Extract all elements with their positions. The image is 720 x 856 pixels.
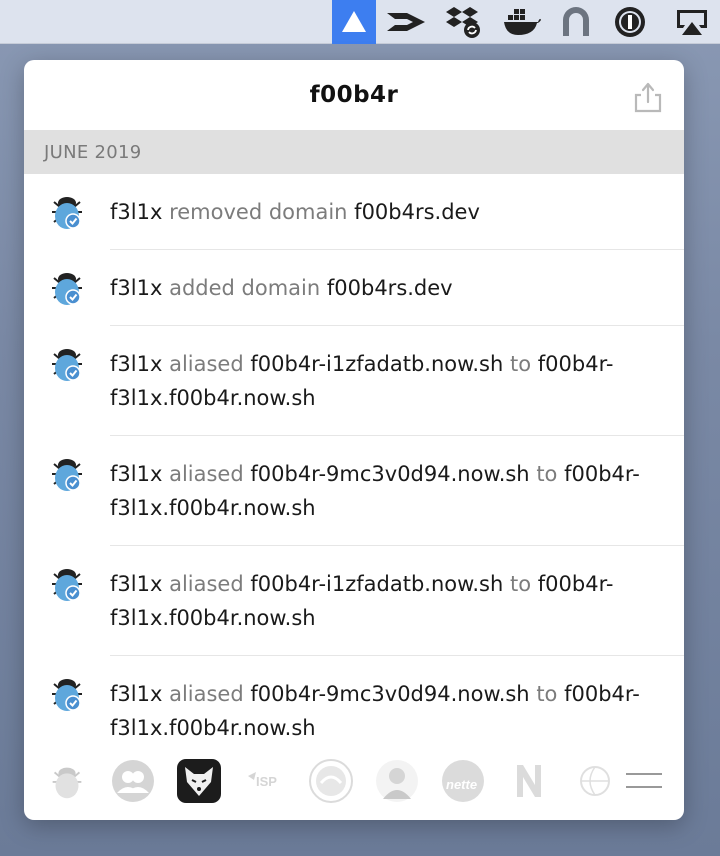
bug-avatar-icon bbox=[52, 767, 82, 799]
event-verb-to: to bbox=[536, 462, 558, 486]
project-title: f00b4r bbox=[309, 82, 399, 108]
event-verb: added domain bbox=[169, 276, 321, 300]
tunnel-icon[interactable] bbox=[554, 0, 598, 44]
event-target: f00b4r-i1zfadatb.now.sh bbox=[250, 572, 504, 596]
team-circle-avatar[interactable] bbox=[308, 758, 354, 804]
bug-avatar-icon bbox=[52, 273, 82, 305]
month-section-header: JUNE 2019 bbox=[24, 130, 684, 174]
team-globe-avatar[interactable] bbox=[572, 758, 618, 804]
team-nette-avatar[interactable]: nette bbox=[440, 758, 486, 804]
event-verb: aliased bbox=[169, 462, 244, 486]
migrate-icon[interactable] bbox=[384, 0, 428, 44]
team-isp-avatar[interactable]: ISP bbox=[242, 758, 288, 804]
share-icon[interactable] bbox=[630, 78, 666, 114]
zeit-now-icon[interactable] bbox=[332, 0, 376, 44]
hamburger-menu-icon[interactable] bbox=[621, 758, 667, 804]
event-row[interactable]: f3l1x aliased f00b4r-9mc3v0d94.now.sh to… bbox=[24, 436, 684, 546]
event-row[interactable]: f3l1x added domain f00b4rs.dev bbox=[24, 250, 684, 326]
event-text: f3l1x aliased f00b4r-9mc3v0d94.now.sh to… bbox=[110, 457, 644, 525]
docker-icon[interactable] bbox=[500, 0, 544, 44]
circle-logo-icon bbox=[309, 759, 353, 803]
globe-icon bbox=[580, 766, 610, 796]
isp-logo-text: ISP bbox=[256, 774, 277, 789]
event-user: f3l1x bbox=[110, 352, 163, 376]
team-fox-avatar[interactable] bbox=[176, 758, 222, 804]
menu-bar bbox=[0, 0, 720, 44]
event-text: f3l1x removed domain f00b4rs.dev bbox=[110, 195, 644, 229]
bug-avatar-icon bbox=[52, 569, 82, 601]
popover-header: f00b4r bbox=[24, 60, 684, 130]
event-target: f00b4r-i1zfadatb.now.sh bbox=[250, 352, 504, 376]
dropbox-sync-icon[interactable] bbox=[442, 0, 486, 44]
event-row[interactable]: f3l1x aliased f00b4r-i1zfadatb.now.sh to… bbox=[24, 546, 684, 656]
event-row[interactable]: f3l1x removed domain f00b4rs.dev bbox=[24, 174, 684, 250]
onepassword-icon[interactable] bbox=[608, 0, 652, 44]
event-row[interactable]: f3l1x aliased f00b4r-i1zfadatb.now.sh to… bbox=[24, 326, 684, 436]
event-feed[interactable]: f3l1x removed domain f00b4rs.dev f3l1x a… bbox=[24, 174, 684, 744]
bug-avatar-icon bbox=[52, 349, 82, 381]
team-person-avatar[interactable] bbox=[374, 758, 420, 804]
project-popover: f00b4r JUNE 2019 f3l1x removed domain f0… bbox=[24, 60, 684, 820]
person-icon bbox=[376, 760, 418, 802]
bug-avatar-icon bbox=[52, 459, 82, 491]
bug-avatar-icon bbox=[52, 679, 82, 711]
event-verb-to: to bbox=[510, 352, 532, 376]
event-user: f3l1x bbox=[110, 200, 163, 224]
event-target: f00b4rs.dev bbox=[326, 276, 453, 300]
nette-logo-icon: nette bbox=[442, 760, 484, 802]
event-verb: removed domain bbox=[169, 200, 348, 224]
bug-avatar-icon bbox=[52, 197, 82, 229]
airplay-icon[interactable] bbox=[670, 0, 714, 44]
isp-logo-icon: ISP bbox=[248, 772, 277, 789]
event-text: f3l1x aliased f00b4r-9mc3v0d94.now.sh to… bbox=[110, 677, 644, 744]
event-target: f00b4r-9mc3v0d94.now.sh bbox=[250, 462, 530, 486]
event-user: f3l1x bbox=[110, 682, 163, 706]
event-verb: aliased bbox=[169, 572, 244, 596]
event-user: f3l1x bbox=[110, 462, 163, 486]
event-verb-to: to bbox=[536, 682, 558, 706]
event-row[interactable]: f3l1x aliased f00b4r-9mc3v0d94.now.sh to… bbox=[24, 656, 684, 744]
event-verb-to: to bbox=[510, 572, 532, 596]
event-text: f3l1x aliased f00b4r-i1zfadatb.now.sh to… bbox=[110, 567, 644, 635]
nette-logo-text: nette bbox=[446, 777, 477, 792]
event-user: f3l1x bbox=[110, 276, 163, 300]
n-logo-icon bbox=[517, 765, 541, 797]
group-icon bbox=[112, 760, 154, 802]
team-n-avatar[interactable] bbox=[506, 758, 552, 804]
event-verb: aliased bbox=[169, 352, 244, 376]
event-verb: aliased bbox=[169, 682, 244, 706]
team-bug-avatar[interactable] bbox=[44, 758, 90, 804]
event-target: f00b4r-9mc3v0d94.now.sh bbox=[250, 682, 530, 706]
team-group-avatar[interactable] bbox=[110, 758, 156, 804]
event-target: f00b4rs.dev bbox=[354, 200, 480, 224]
event-text: f3l1x aliased f00b4r-i1zfadatb.now.sh to… bbox=[110, 347, 644, 415]
fox-icon bbox=[177, 759, 221, 803]
event-text: f3l1x added domain f00b4rs.dev bbox=[110, 271, 644, 305]
team-switcher-bar: ISP nette bbox=[24, 750, 684, 820]
event-user: f3l1x bbox=[110, 572, 163, 596]
